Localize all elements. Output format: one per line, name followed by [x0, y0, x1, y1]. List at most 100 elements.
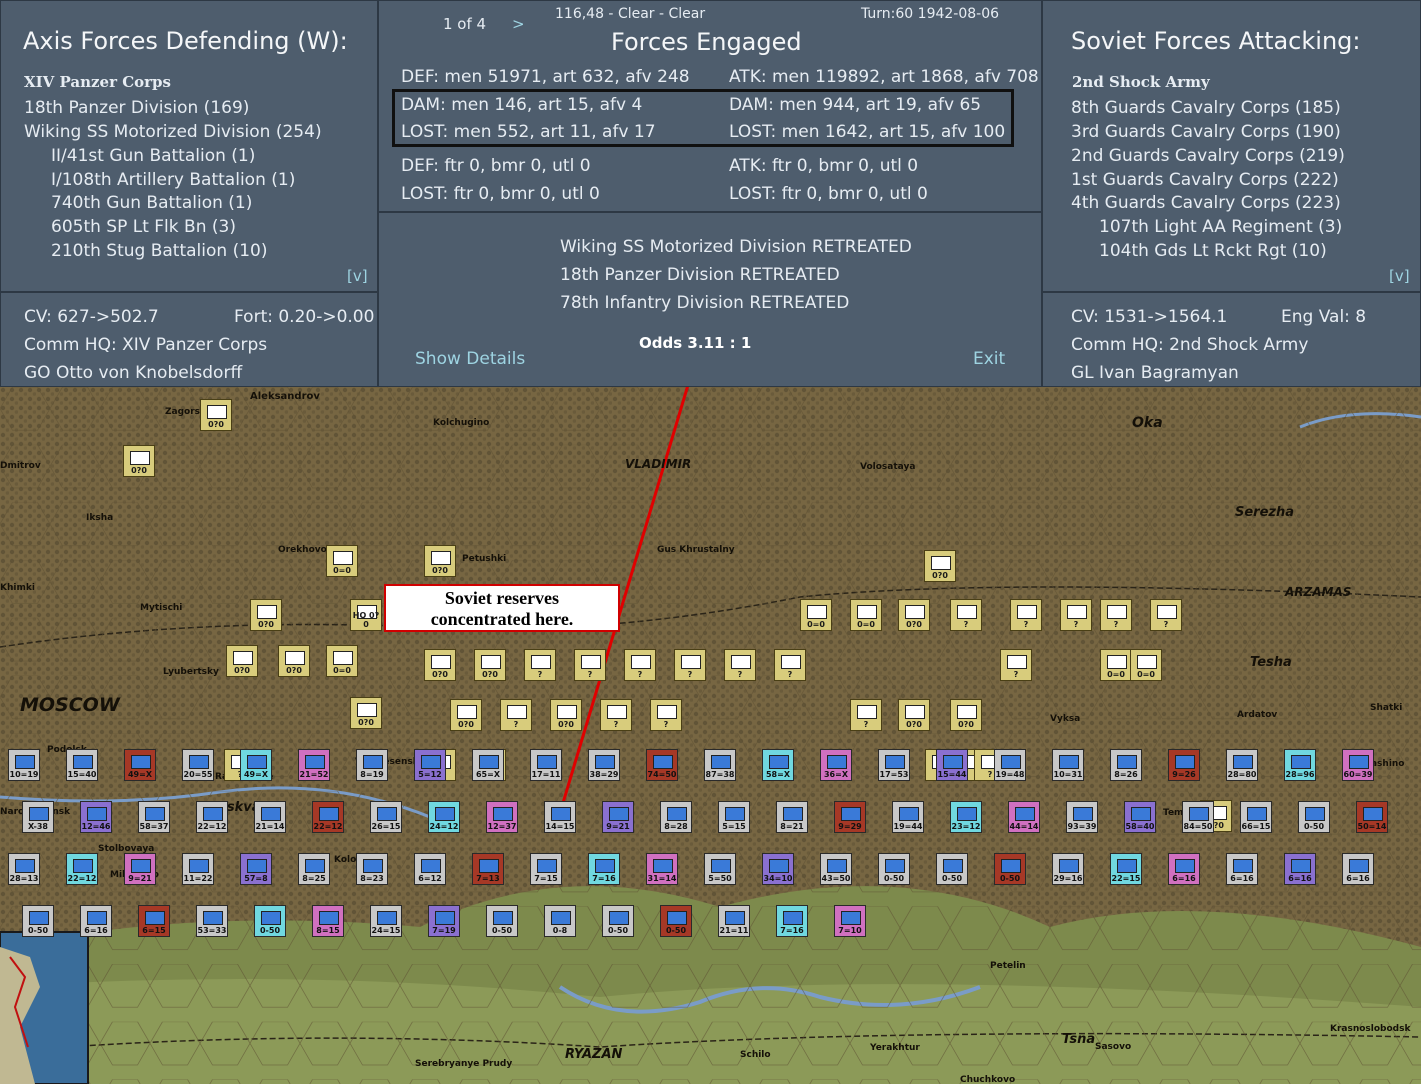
axis-unit-counter[interactable]: 0?0 — [898, 699, 930, 731]
soviet-unit-counter[interactable]: 22=12 — [66, 853, 98, 885]
axis-unit-counter[interactable]: ? — [650, 699, 682, 731]
soviet-unit-counter[interactable]: 0-50 — [660, 905, 692, 937]
soviet-unit-counter[interactable]: 28=96 — [1284, 749, 1316, 781]
axis-unit-counter[interactable]: 0=0 — [326, 545, 358, 577]
soviet-subunit[interactable]: 107th Light AA Regiment (3) — [1099, 217, 1342, 237]
soviet-unit-counter[interactable]: 6=16 — [1342, 853, 1374, 885]
soviet-unit-counter[interactable]: 7=13 — [472, 853, 504, 885]
soviet-unit-counter[interactable]: 14=15 — [544, 801, 576, 833]
soviet-unit-counter[interactable]: 0-50 — [254, 905, 286, 937]
soviet-unit-counter[interactable]: 15=40 — [66, 749, 98, 781]
soviet-subunit[interactable]: 104th Gds Lt Rckt Rgt (10) — [1099, 241, 1327, 261]
axis-unit-counter[interactable]: ? — [724, 649, 756, 681]
axis-subunit[interactable]: I/108th Artillery Battalion (1) — [51, 170, 295, 190]
soviet-unit-counter[interactable]: 44=14 — [1008, 801, 1040, 833]
axis-unit-counter[interactable]: ? — [1000, 649, 1032, 681]
axis-unit-counter[interactable]: 0?0 — [424, 649, 456, 681]
soviet-unit-counter[interactable]: 34=10 — [762, 853, 794, 885]
axis-unit-counter[interactable]: ? — [500, 699, 532, 731]
soviet-unit[interactable]: 4th Guards Cavalry Corps (223) — [1071, 193, 1341, 213]
soviet-unit-counter[interactable]: 0-50 — [994, 853, 1026, 885]
soviet-unit-counter[interactable]: 58=40 — [1124, 801, 1156, 833]
soviet-unit-counter[interactable]: 10=19 — [8, 749, 40, 781]
soviet-unit-counter[interactable]: 9=26 — [1168, 749, 1200, 781]
soviet-unit-counter[interactable]: 65=X — [472, 749, 504, 781]
axis-unit-counter[interactable]: 0?0 — [200, 399, 232, 431]
axis-unit[interactable]: 18th Panzer Division (169) — [24, 98, 249, 118]
soviet-unit-counter[interactable]: 12=46 — [80, 801, 112, 833]
axis-unit-counter[interactable]: ? — [674, 649, 706, 681]
soviet-unit-counter[interactable]: 57=8 — [240, 853, 272, 885]
soviet-unit-counter[interactable]: 8=15 — [312, 905, 344, 937]
soviet-unit-counter[interactable]: 22=12 — [312, 801, 344, 833]
soviet-unit-counter[interactable]: 8=23 — [356, 853, 388, 885]
soviet-unit-counter[interactable]: 0-50 — [602, 905, 634, 937]
soviet-unit-counter[interactable]: 8=25 — [298, 853, 330, 885]
soviet-unit-counter[interactable]: 43=50 — [820, 853, 852, 885]
soviet-unit-counter[interactable]: 24=12 — [428, 801, 460, 833]
axis-unit-counter[interactable]: 0?0 — [450, 699, 482, 731]
axis-unit-counter[interactable]: 0?0 — [950, 699, 982, 731]
axis-subunit[interactable]: 740th Gun Battalion (1) — [51, 193, 252, 213]
soviet-unit-counter[interactable]: 7=16 — [588, 853, 620, 885]
soviet-unit-counter[interactable]: 31=14 — [646, 853, 678, 885]
axis-unit-counter[interactable]: 0=0 — [850, 599, 882, 631]
soviet-unit-counter[interactable]: 28=80 — [1226, 749, 1258, 781]
soviet-unit-counter[interactable]: 11=22 — [182, 853, 214, 885]
axis-expand-button[interactable]: [v] — [347, 267, 368, 285]
soviet-unit-counter[interactable]: 58=X — [762, 749, 794, 781]
axis-unit-counter[interactable]: 0?0 — [123, 445, 155, 477]
soviet-unit-counter[interactable]: 0-50 — [22, 905, 54, 937]
axis-unit-counter[interactable]: ? — [774, 649, 806, 681]
soviet-unit-counter[interactable]: 21=52 — [298, 749, 330, 781]
soviet-expand-button[interactable]: [v] — [1389, 267, 1410, 285]
axis-subunit[interactable]: II/41st Gun Battalion (1) — [51, 146, 255, 166]
soviet-unit-counter[interactable]: 15=44 — [936, 749, 968, 781]
soviet-unit-counter[interactable]: 5=15 — [718, 801, 750, 833]
show-details-button[interactable]: Show Details — [415, 349, 525, 369]
axis-unit-counter[interactable]: HQ 0?0 — [350, 599, 382, 631]
axis-unit-counter[interactable]: ? — [600, 699, 632, 731]
axis-unit-counter[interactable]: ? — [850, 699, 882, 731]
soviet-unit-counter[interactable]: 36=X — [820, 749, 852, 781]
axis-unit-counter[interactable]: ? — [1100, 599, 1132, 631]
soviet-unit-counter[interactable]: 8=28 — [660, 801, 692, 833]
soviet-unit-counter[interactable]: 0-8 — [544, 905, 576, 937]
axis-unit-counter[interactable]: 0=0 — [800, 599, 832, 631]
axis-unit[interactable]: Wiking SS Motorized Division (254) — [24, 122, 322, 142]
soviet-unit-counter[interactable]: 17=53 — [878, 749, 910, 781]
soviet-unit-counter[interactable]: 5=12 — [414, 749, 446, 781]
soviet-unit-counter[interactable]: 12=37 — [486, 801, 518, 833]
soviet-unit-counter[interactable]: 0-50 — [1298, 801, 1330, 833]
soviet-unit-counter[interactable]: 6=15 — [138, 905, 170, 937]
soviet-unit-counter[interactable]: 49=X — [240, 749, 272, 781]
soviet-unit-counter[interactable]: 8=19 — [356, 749, 388, 781]
axis-unit-counter[interactable]: 0=0 — [326, 645, 358, 677]
soviet-unit-counter[interactable]: 87=38 — [704, 749, 736, 781]
axis-unit-counter[interactable]: ? — [524, 649, 556, 681]
soviet-unit-counter[interactable]: 9=29 — [834, 801, 866, 833]
map-terrain[interactable] — [0, 387, 1421, 1084]
axis-unit-counter[interactable]: ? — [950, 599, 982, 631]
axis-unit-counter[interactable]: 0?0 — [250, 599, 282, 631]
soviet-unit-counter[interactable]: 93=39 — [1066, 801, 1098, 833]
soviet-unit-counter[interactable]: 7=10 — [834, 905, 866, 937]
soviet-unit-counter[interactable]: 58=37 — [138, 801, 170, 833]
soviet-unit-counter[interactable]: 8=21 — [776, 801, 808, 833]
soviet-unit[interactable]: 3rd Guards Cavalry Corps (190) — [1071, 122, 1341, 142]
soviet-unit-counter[interactable]: 0-50 — [936, 853, 968, 885]
exit-button[interactable]: Exit — [973, 349, 1005, 369]
axis-unit-counter[interactable]: 0?0 — [350, 697, 382, 729]
soviet-unit-counter[interactable]: 0-50 — [486, 905, 518, 937]
axis-subunit[interactable]: 605th SP Lt Flk Bn (3) — [51, 217, 236, 237]
soviet-unit[interactable]: 1st Guards Cavalry Corps (222) — [1071, 170, 1339, 190]
axis-unit-counter[interactable]: 0?0 — [550, 699, 582, 731]
soviet-unit-counter[interactable]: 9=21 — [124, 853, 156, 885]
soviet-unit-counter[interactable]: 29=16 — [1052, 853, 1084, 885]
soviet-unit-counter[interactable]: 6=16 — [1284, 853, 1316, 885]
axis-unit-counter[interactable]: 0?0 — [898, 599, 930, 631]
soviet-unit-counter[interactable]: 0-50 — [878, 853, 910, 885]
soviet-unit-counter[interactable]: 23=12 — [950, 801, 982, 833]
soviet-unit-counter[interactable]: 9=21 — [602, 801, 634, 833]
soviet-unit-counter[interactable]: 6=16 — [1226, 853, 1258, 885]
